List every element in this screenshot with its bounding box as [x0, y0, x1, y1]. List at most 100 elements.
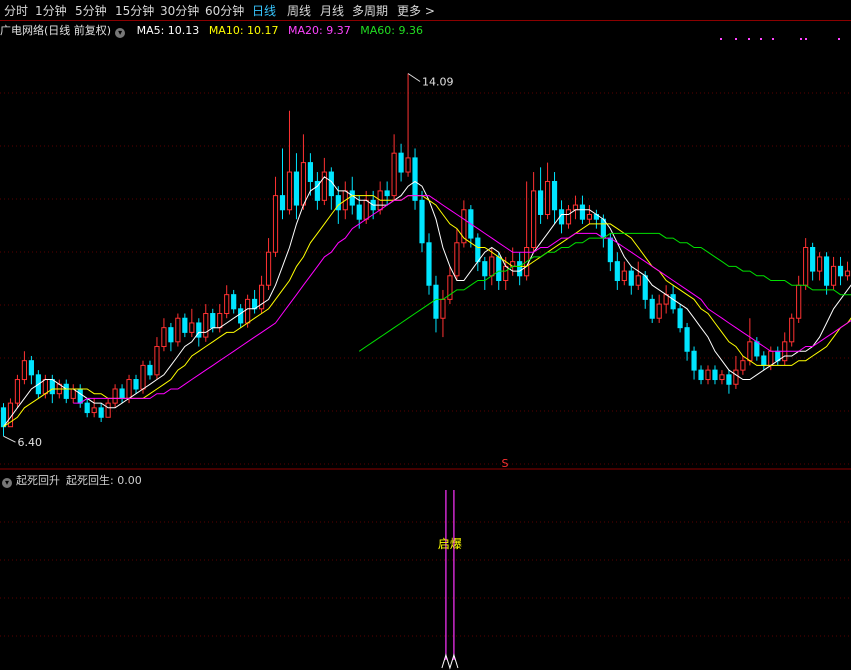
candle-body	[705, 369, 711, 381]
candle-body	[517, 261, 523, 277]
candle-body	[286, 171, 293, 211]
candle-body	[677, 308, 683, 329]
candle-body	[496, 256, 502, 282]
dot-mark	[748, 38, 750, 40]
candle-body	[189, 322, 195, 333]
candle-body	[747, 341, 753, 362]
candle-body	[21, 360, 28, 381]
candle-body	[600, 218, 606, 239]
ma60-line	[358, 232, 851, 352]
candle-body	[844, 270, 851, 277]
candle-body	[656, 303, 662, 319]
candle-body	[586, 213, 593, 220]
candle-body	[398, 152, 404, 173]
candle-body	[412, 157, 418, 201]
candle-body	[28, 360, 34, 376]
candle-body	[544, 180, 551, 215]
candle-body	[642, 275, 648, 300]
dot-mark	[805, 38, 807, 40]
candle-body	[538, 190, 544, 215]
candle-body	[489, 256, 495, 277]
candle-body	[203, 313, 209, 338]
candle-body	[133, 379, 139, 390]
candle-body	[823, 256, 830, 286]
low-price-label: 6.40	[17, 436, 42, 449]
candle-body	[789, 317, 795, 343]
candle-body	[426, 242, 432, 286]
candle-body	[754, 341, 760, 357]
candle-body	[49, 379, 55, 395]
candle-body	[454, 242, 460, 277]
candle-body	[712, 369, 718, 381]
candle-body	[391, 152, 397, 197]
candle-body	[698, 369, 704, 381]
low-pointer	[3, 435, 16, 443]
high-pointer	[407, 73, 421, 82]
candle-body	[684, 327, 690, 352]
candle-body	[0, 407, 7, 428]
candle-body	[649, 298, 655, 319]
candle-body	[621, 270, 627, 282]
candle-body	[245, 298, 251, 324]
candle-body	[307, 162, 313, 182]
candle-body	[126, 379, 132, 399]
candle-body	[837, 265, 844, 277]
dot-mark	[772, 38, 774, 40]
candle-body	[63, 383, 69, 399]
candle-body	[238, 308, 244, 324]
candle-body	[168, 327, 174, 343]
candle-body	[475, 237, 481, 263]
candle-body	[279, 195, 286, 211]
kline-chart[interactable]: 14.09 6.40 S 启爆	[0, 0, 851, 670]
candle-body	[614, 261, 620, 282]
candle-body	[147, 364, 153, 376]
candle-body	[565, 209, 572, 225]
candle-body	[405, 157, 411, 173]
candle-body	[579, 204, 586, 220]
signal-label: 启爆	[438, 537, 462, 551]
candle-body	[84, 402, 90, 414]
candle-body	[384, 190, 390, 197]
candle-body	[91, 407, 97, 414]
candle-body	[733, 369, 739, 385]
dot-mark	[838, 38, 840, 40]
candle-body	[112, 388, 118, 404]
candle-body	[140, 364, 146, 390]
candle-body	[217, 313, 223, 329]
candle-body	[691, 350, 697, 371]
candle-body	[726, 374, 732, 385]
dot-mark	[720, 38, 722, 40]
candle-body	[761, 355, 767, 366]
candle-body	[14, 379, 21, 404]
dot-mark	[760, 38, 762, 40]
candle-body	[182, 317, 188, 333]
dot-mark	[735, 38, 737, 40]
candle-body	[161, 327, 167, 348]
candle-body	[119, 388, 125, 399]
candle-body	[482, 261, 488, 277]
candle-body	[293, 171, 300, 206]
candle-body	[349, 190, 355, 206]
candle-body	[572, 204, 579, 211]
candle-body	[817, 256, 823, 272]
candle-body	[105, 402, 111, 418]
candle-body	[830, 265, 837, 286]
candle-body	[300, 162, 307, 206]
candle-body	[363, 199, 369, 220]
candle-body	[607, 237, 613, 263]
candle-body	[231, 294, 237, 310]
dot-mark	[800, 38, 802, 40]
s-marker: S	[502, 457, 509, 470]
candle-body	[98, 407, 104, 418]
candle-body	[635, 275, 641, 286]
candle-body	[719, 374, 725, 381]
candle-body	[803, 247, 809, 286]
signal-base-mark	[441, 653, 459, 670]
candle-body	[740, 360, 746, 371]
candle-body	[531, 190, 537, 248]
candle-body	[272, 195, 279, 253]
candle-body	[356, 204, 362, 220]
candle-body	[419, 199, 425, 244]
candle-body	[628, 270, 634, 286]
candle-body	[154, 346, 160, 376]
